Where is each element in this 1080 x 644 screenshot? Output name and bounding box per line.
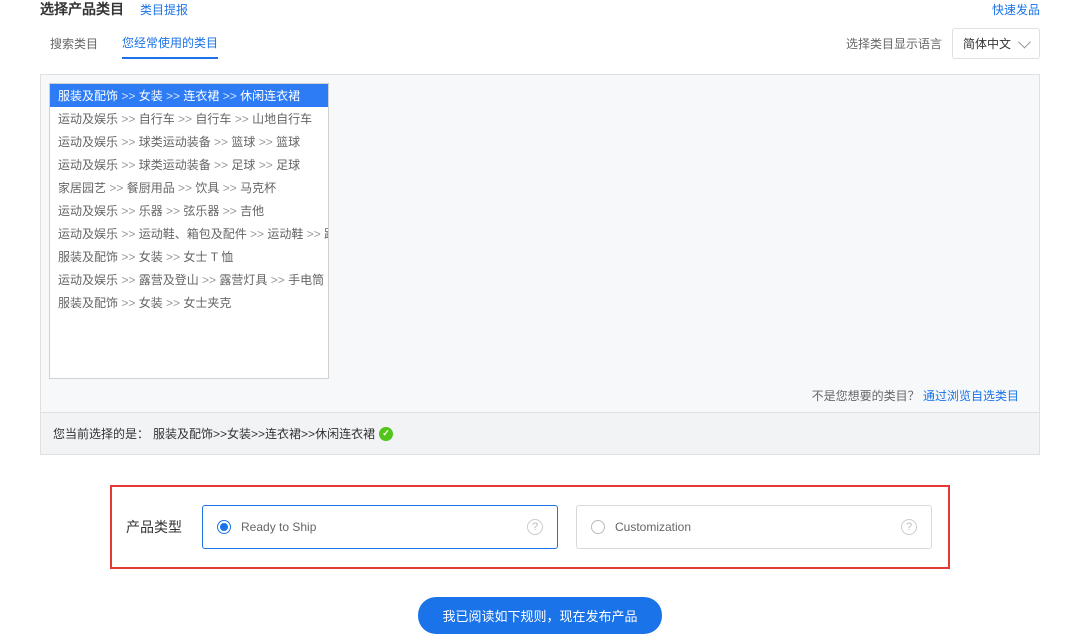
product-type-option[interactable]: Customization? bbox=[576, 505, 932, 549]
current-selection-prefix: 您当前选择的是： bbox=[53, 425, 149, 442]
product-type-option-label: Ready to Ship bbox=[241, 520, 316, 534]
category-item[interactable]: 服装及配饰 >> 女装 >> 女士夹克 bbox=[50, 291, 328, 314]
category-listbox[interactable]: 服装及配饰 >> 女装 >> 连衣裙 >> 休闲连衣裙运动及娱乐 >> 自行车 … bbox=[49, 83, 329, 379]
current-selection-path: 服装及配饰>>女装>>连衣裙>>休闲连衣裙 bbox=[153, 425, 375, 442]
tab-frequent-category[interactable]: 您经常使用的类目 bbox=[122, 28, 218, 59]
quick-publish-link[interactable]: 快速发品 bbox=[992, 1, 1040, 18]
product-type-section: 产品类型 Ready to Ship?Customization? bbox=[110, 485, 950, 569]
radio-icon bbox=[217, 520, 231, 534]
footer-hint: 不是您想要的类目？ 通过浏览自选类目 bbox=[49, 379, 1031, 404]
footer-hint-text: 不是您想要的类目？ bbox=[812, 389, 920, 403]
language-label: 选择类目显示语言 bbox=[846, 35, 942, 52]
tab-search-category[interactable]: 搜索类目 bbox=[50, 29, 98, 58]
radio-icon bbox=[591, 520, 605, 534]
product-type-label: 产品类型 bbox=[126, 517, 182, 537]
help-icon[interactable]: ? bbox=[901, 519, 917, 535]
category-item[interactable]: 运动及娱乐 >> 球类运动装备 >> 篮球 >> 篮球 bbox=[50, 130, 328, 153]
category-item[interactable]: 运动及娱乐 >> 自行车 >> 自行车 >> 山地自行车 bbox=[50, 107, 328, 130]
help-icon[interactable]: ? bbox=[527, 519, 543, 535]
page-title: 选择产品类目 bbox=[40, 0, 124, 19]
category-item[interactable]: 运动及娱乐 >> 运动鞋、箱包及配件 >> 运动鞋 >> 跑步鞋 bbox=[50, 222, 328, 245]
product-type-option[interactable]: Ready to Ship? bbox=[202, 505, 558, 549]
category-item[interactable]: 运动及娱乐 >> 球类运动装备 >> 足球 >> 足球 bbox=[50, 153, 328, 176]
current-selection-bar: 您当前选择的是： 服装及配饰>>女装>>连衣裙>>休闲连衣裙 ✓ bbox=[40, 413, 1040, 455]
category-item[interactable]: 服装及配饰 >> 女装 >> 女士 T 恤 bbox=[50, 245, 328, 268]
language-value: 简体中文 bbox=[963, 37, 1011, 51]
category-item[interactable]: 家居园艺 >> 餐厨用品 >> 饮具 >> 马克杯 bbox=[50, 176, 328, 199]
language-select[interactable]: 简体中文 bbox=[952, 28, 1040, 59]
category-item[interactable]: 运动及娱乐 >> 露营及登山 >> 露营灯具 >> 手电筒 bbox=[50, 268, 328, 291]
browse-categories-link[interactable]: 通过浏览自选类目 bbox=[923, 389, 1019, 403]
category-report-link[interactable]: 类目提报 bbox=[140, 1, 188, 18]
publish-button[interactable]: 我已阅读如下规则，现在发布产品 bbox=[418, 597, 661, 634]
check-icon: ✓ bbox=[379, 427, 393, 441]
category-panel: 服装及配饰 >> 女装 >> 连衣裙 >> 休闲连衣裙运动及娱乐 >> 自行车 … bbox=[40, 74, 1040, 413]
category-item[interactable]: 运动及娱乐 >> 乐器 >> 弦乐器 >> 吉他 bbox=[50, 199, 328, 222]
category-item[interactable]: 服装及配饰 >> 女装 >> 连衣裙 >> 休闲连衣裙 bbox=[50, 84, 328, 107]
product-type-option-label: Customization bbox=[615, 520, 691, 534]
